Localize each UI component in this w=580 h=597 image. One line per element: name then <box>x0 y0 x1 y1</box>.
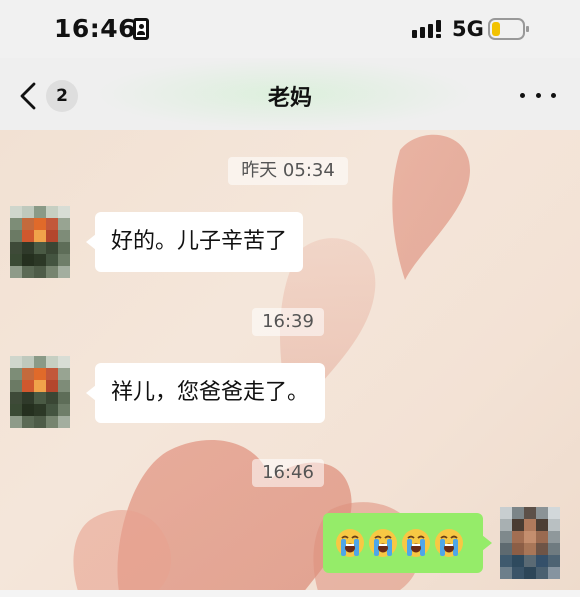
loudly-crying-face-icon <box>369 529 397 557</box>
status-time: 16:46 <box>54 14 137 43</box>
message-timestamp: 16:46 <box>252 459 324 487</box>
signal-icon <box>412 20 441 38</box>
chat-header: 2 老妈 <box>0 58 580 130</box>
loudly-crying-face-icon <box>402 529 430 557</box>
battery-icon <box>488 18 529 40</box>
id-card-icon <box>133 18 149 40</box>
more-dots-icon <box>535 92 541 98</box>
avatar-image <box>10 206 70 278</box>
loudly-crying-face-icon <box>336 529 364 557</box>
avatar-image <box>10 356 70 428</box>
contact-avatar[interactable] <box>10 206 70 278</box>
emoji-row <box>335 513 471 573</box>
incoming-message-bubble[interactable]: 祥儿，您爸爸走了。 <box>85 363 326 423</box>
contact-avatar[interactable] <box>10 356 70 428</box>
outgoing-message-bubble[interactable] <box>323 513 492 573</box>
incoming-message-bubble[interactable]: 好的。儿子辛苦了 <box>85 212 304 272</box>
more-dots-icon <box>551 92 556 98</box>
loudly-crying-face-icon <box>435 529 463 557</box>
more-dots-icon <box>520 92 525 98</box>
avatar-image <box>500 507 560 579</box>
message-timestamp: 昨天 05:34 <box>228 157 348 185</box>
network-type-label: 5G <box>452 17 484 41</box>
chat-title: 老妈 <box>267 86 312 111</box>
status-bar: 16:46 5G <box>0 0 580 58</box>
message-timestamp: 16:39 <box>252 308 324 336</box>
more-options-button[interactable] <box>520 80 556 110</box>
bottom-edge <box>0 590 580 597</box>
my-avatar[interactable] <box>500 507 560 579</box>
